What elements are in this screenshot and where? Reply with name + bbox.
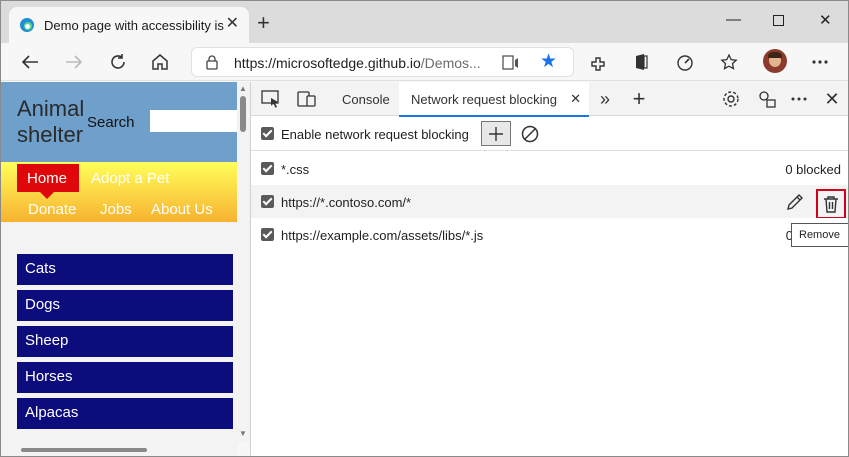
blocked-count: 0 blocked [785, 162, 841, 177]
active-indicator-arrow [40, 192, 54, 199]
browser-window: Demo page with accessibility issues ✕ + … [0, 0, 849, 457]
inspect-element-icon[interactable] [261, 90, 281, 108]
add-pattern-button[interactable] [481, 121, 511, 146]
menu-item-adopt[interactable]: Adopt a Pet [91, 170, 169, 187]
settings-more-icon[interactable] [809, 51, 831, 73]
url-text[interactable]: https://microsoftedge.github.io/Demos... [234, 55, 481, 71]
pattern-text: https://*.contoso.com/* [281, 195, 412, 210]
profile-avatar[interactable] [763, 49, 787, 73]
customize-icon[interactable] [757, 90, 777, 108]
favorites-icon[interactable] [718, 51, 740, 73]
maximize-icon[interactable] [773, 15, 784, 26]
tab-strip: Demo page with accessibility issues ✕ + … [1, 1, 848, 43]
pattern-row[interactable]: https://example.com/assets/libs/*.js 0 [251, 218, 848, 251]
menu-item-home[interactable]: Home [17, 164, 79, 192]
edge-logo-icon [20, 18, 34, 32]
remove-pattern-button[interactable] [816, 189, 846, 219]
scroll-up-icon[interactable]: ▲ [239, 84, 247, 93]
new-tab-button[interactable]: + [257, 12, 270, 34]
pattern-checkbox[interactable] [261, 228, 274, 241]
pet-nav-list: Cats Dogs Sheep Horses Alpacas [17, 254, 233, 434]
demo-page: Animal shelter Search Home Adopt a Pet D… [1, 82, 237, 456]
pet-link-sheep[interactable]: Sheep [17, 326, 233, 357]
page-vertical-scrollbar[interactable]: ▲ ▼ [237, 82, 250, 442]
favorite-star-icon[interactable]: ★ [540, 52, 557, 72]
pattern-checkbox[interactable] [261, 162, 274, 175]
menu-item-about[interactable]: About Us [151, 201, 213, 218]
refresh-icon[interactable] [107, 51, 129, 73]
pet-link-alpacas[interactable]: Alpacas [17, 398, 233, 429]
device-emulation-icon[interactable] [297, 90, 317, 108]
tab-title: Demo page with accessibility issues [44, 17, 224, 33]
pattern-text: https://example.com/assets/libs/*.js [281, 228, 484, 243]
pet-link-dogs[interactable]: Dogs [17, 290, 233, 321]
search-input[interactable] [150, 110, 237, 132]
devtools-panel: Console Network request blocking ✕ » + ✕… [250, 82, 848, 456]
pattern-text: *.css [281, 162, 310, 177]
close-window-icon[interactable]: ✕ [819, 11, 832, 29]
forward-icon[interactable] [63, 51, 85, 73]
clear-patterns-icon[interactable] [521, 125, 539, 143]
pet-link-cats[interactable]: Cats [17, 254, 233, 285]
tab-network-request-blocking[interactable]: Network request blocking ✕ [399, 82, 589, 117]
tab-console[interactable]: Console [342, 82, 390, 116]
pattern-row-hovered[interactable]: https://*.contoso.com/* [251, 185, 848, 219]
devtools-tab-bar: Console Network request blocking ✕ » + ✕ [251, 82, 848, 117]
remove-tooltip: Remove [791, 223, 848, 247]
enable-blocking-label: Enable network request blocking [281, 127, 469, 142]
menu-item-jobs[interactable]: Jobs [100, 201, 132, 218]
scroll-down-icon[interactable]: ▼ [239, 429, 247, 438]
extensions-icon[interactable] [587, 51, 609, 73]
plus-icon [489, 126, 503, 141]
home-icon[interactable] [149, 51, 171, 73]
close-devtools-icon[interactable]: ✕ [822, 89, 842, 109]
performance-icon[interactable] [674, 51, 696, 73]
back-icon[interactable] [19, 51, 41, 73]
browser-tab-active[interactable]: Demo page with accessibility issues ✕ [9, 7, 249, 43]
settings-gear-icon[interactable] [721, 90, 741, 108]
read-aloud-icon[interactable] [502, 54, 522, 72]
scrollbar-thumb[interactable] [240, 96, 246, 132]
close-tab-icon[interactable]: ✕ [570, 91, 581, 107]
minimize-icon[interactable]: — [726, 11, 741, 28]
request-blocking-toolbar: Enable network request blocking [251, 117, 848, 151]
page-horizontal-scrollbar[interactable] [21, 448, 147, 452]
search-label: Search [87, 114, 135, 131]
edit-pencil-icon[interactable] [785, 192, 805, 212]
more-tabs-chevron-icon[interactable]: » [595, 89, 615, 109]
main-menu: Home Adopt a Pet Donate Jobs About Us [1, 162, 237, 222]
site-header: Animal shelter Search [1, 82, 237, 162]
browser-toolbar: https://microsoftedge.github.io/Demos...… [1, 43, 848, 81]
lock-icon[interactable] [206, 55, 218, 70]
site-logo[interactable]: Animal shelter [17, 96, 87, 148]
enable-blocking-checkbox[interactable] [261, 127, 274, 140]
tab-close-icon[interactable]: ✕ [226, 16, 239, 32]
pet-link-horses[interactable]: Horses [17, 362, 233, 393]
address-bar[interactable]: https://microsoftedge.github.io/Demos...… [191, 47, 574, 77]
office-icon[interactable] [630, 51, 652, 73]
more-options-icon[interactable] [789, 90, 809, 108]
pattern-checkbox[interactable] [261, 195, 274, 208]
add-tab-icon[interactable]: + [629, 86, 649, 111]
trash-icon [824, 196, 838, 213]
pattern-row[interactable]: *.css 0 blocked [251, 152, 848, 185]
menu-item-donate[interactable]: Donate [28, 201, 76, 218]
